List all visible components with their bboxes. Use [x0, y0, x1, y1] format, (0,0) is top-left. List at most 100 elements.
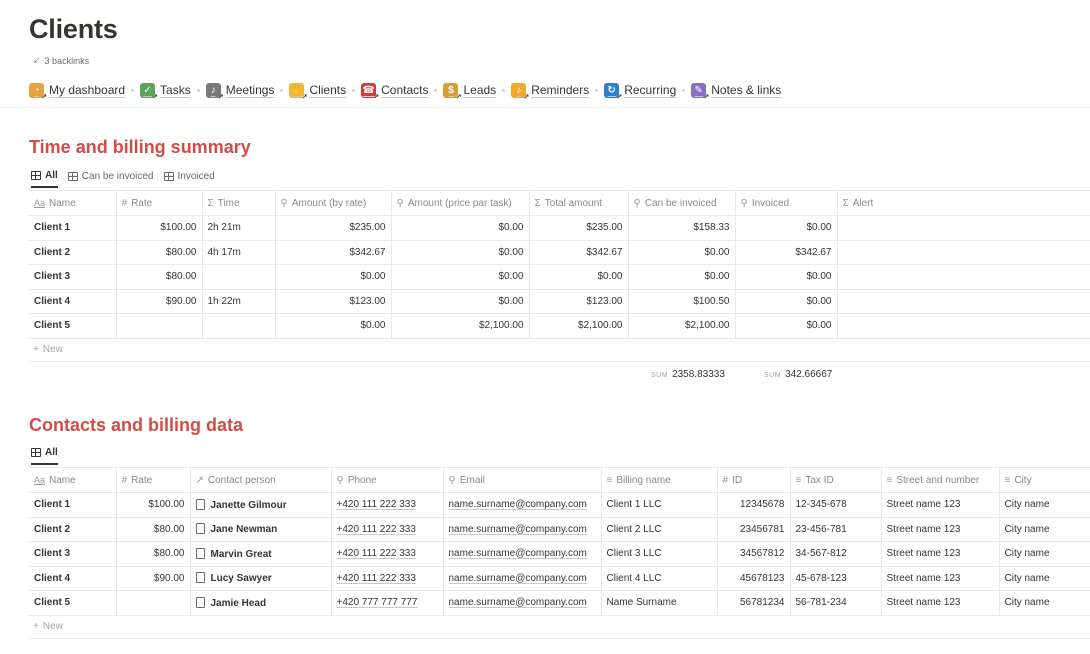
contacts-table-cell[interactable]: Client 5	[29, 590, 117, 616]
billing-table-cell[interactable]	[837, 240, 1090, 265]
contact-person-link[interactable]: Janette Gilmour	[211, 500, 287, 511]
billing-new-row-button[interactable]: + New	[33, 344, 63, 355]
contact-person-link[interactable]: Lucy Sawyer	[211, 573, 272, 584]
contacts-column-header[interactable]: ≡ Tax ID	[790, 467, 882, 493]
contacts-table-cell[interactable]: 23456781	[717, 517, 791, 542]
backlinks-link[interactable]: ↙ 3 backlinks	[33, 55, 89, 66]
contacts-column-header[interactable]: ↗ Contact person	[190, 467, 332, 493]
billing-column-header[interactable]: ⚲ Amount (price par task)	[391, 190, 530, 216]
nav-link-6[interactable]: ♪Reminders	[511, 82, 589, 101]
contacts-column-header[interactable]: ≡ City	[999, 467, 1090, 493]
nav-link-1[interactable]: ✓Tasks	[140, 82, 191, 101]
billing-table-cell[interactable]	[837, 289, 1090, 314]
contacts-table-cell[interactable]: Client 2	[29, 517, 117, 542]
contacts-table-row[interactable]: Client 2 $80.00 Jane Newman +420 111 222 33…	[29, 517, 1090, 542]
billing-table-cell[interactable]	[202, 264, 276, 290]
billing-table-cell[interactable]: $0.00	[628, 240, 736, 265]
contacts-table-cell[interactable]: Client 3	[29, 541, 117, 567]
billing-view-tab-2[interactable]: Invoiced	[163, 171, 215, 187]
contacts-table-cell[interactable]: City name	[999, 492, 1090, 518]
contacts-table-cell[interactable]: Client 3 LLC	[601, 541, 718, 567]
billing-table-row[interactable]: Client 3 $80.00 $0.00 $0.00 $0.00 $0.00 $0.00	[29, 264, 1090, 290]
contacts-table-cell[interactable]: name.surname@company.com	[443, 590, 602, 616]
contacts-table-cell[interactable]: Street name 123	[881, 541, 1000, 567]
nav-link-4[interactable]: ☎Contacts	[361, 82, 428, 101]
billing-table-cell[interactable]	[837, 215, 1090, 241]
contacts-column-header[interactable]: # ID	[717, 467, 791, 493]
contacts-table-cell[interactable]: +420 111 222 333	[331, 541, 444, 567]
billing-table-cell[interactable]: $0.00	[275, 313, 392, 339]
billing-table-cell[interactable]	[116, 313, 203, 339]
billing-table-cell[interactable]: $342.67	[735, 240, 838, 265]
billing-table-cell[interactable]: $342.67	[529, 240, 629, 265]
billing-table-cell[interactable]	[202, 313, 276, 339]
contacts-table-cell[interactable]: 12345678	[717, 492, 791, 518]
billing-table-cell[interactable]: $235.00	[275, 215, 392, 241]
billing-table-cell[interactable]: $80.00	[116, 264, 203, 290]
billing-table-cell[interactable]: $100.50	[628, 289, 736, 314]
contacts-table-cell[interactable]: 34567812	[717, 541, 791, 567]
billing-table-cell[interactable]: $2,100.00	[628, 313, 736, 339]
billing-column-header[interactable]: # Rate	[116, 190, 203, 216]
billing-table-cell[interactable]: $80.00	[116, 240, 203, 265]
contacts-table-cell[interactable]: Client 2 LLC	[601, 517, 718, 542]
contacts-table-cell[interactable]: Client 1	[29, 492, 117, 518]
contacts-table-cell[interactable]: +420 111 222 333	[331, 566, 444, 591]
sum-can-be-invoiced[interactable]: SUM 2358.83333	[651, 369, 725, 380]
contacts-table-cell[interactable]: name.surname@company.com	[443, 541, 602, 567]
billing-table-cell[interactable]: Client 5	[29, 313, 117, 339]
billing-table-cell[interactable]: $0.00	[735, 264, 838, 290]
billing-table-cell[interactable]: $123.00	[275, 289, 392, 314]
contacts-view-tab-0[interactable]: All	[31, 447, 58, 465]
billing-table-cell[interactable]: $235.00	[529, 215, 629, 241]
contacts-table-cell[interactable]	[116, 590, 191, 616]
contacts-table-cell[interactable]: Lucy Sawyer	[190, 566, 332, 591]
contacts-table-cell[interactable]: $80.00	[116, 541, 191, 567]
contacts-column-header[interactable]: ≡ Billing name	[601, 467, 718, 493]
contacts-table-cell[interactable]: Janette Gilmour	[190, 492, 332, 518]
contacts-table-cell[interactable]: 45678123	[717, 566, 791, 591]
contacts-table-row[interactable]: Client 4 $90.00 Lucy Sawyer +420 111 222 33…	[29, 566, 1090, 591]
billing-table-cell[interactable]: $0.00	[391, 215, 530, 241]
contacts-table-cell[interactable]: name.surname@company.com	[443, 492, 602, 518]
billing-table-cell[interactable]: $342.67	[275, 240, 392, 265]
contacts-column-header[interactable]: ⚲ Phone	[331, 467, 444, 493]
contacts-table-cell[interactable]: $100.00	[116, 492, 191, 518]
contacts-table-row[interactable]: Client 5 Jamie Head +420 777 777 777 name.s…	[29, 590, 1090, 616]
contacts-table-cell[interactable]: $90.00	[116, 566, 191, 591]
contacts-table-cell[interactable]: +420 777 777 777	[331, 590, 444, 616]
contacts-column-header[interactable]: Aa Name	[29, 467, 117, 493]
billing-table-row[interactable]: Client 2 $80.00 4h 17m $342.67 $0.00 $342.67 $…	[29, 240, 1090, 265]
billing-column-header[interactable]: Σ Alert	[837, 190, 1090, 216]
billing-table-cell[interactable]: Client 2	[29, 240, 117, 265]
billing-table-cell[interactable]: $100.00	[116, 215, 203, 241]
contacts-table-cell[interactable]: Street name 123	[881, 517, 1000, 542]
contacts-table-cell[interactable]: Street name 123	[881, 566, 1000, 591]
contacts-table-cell[interactable]: City name	[999, 590, 1090, 616]
billing-column-header[interactable]: ⚲ Amount (by rate)	[275, 190, 392, 216]
billing-table-cell[interactable]: Client 4	[29, 289, 117, 314]
billing-column-header[interactable]: ⚲ Can be invoiced	[628, 190, 736, 216]
contacts-table-cell[interactable]: Client 4 LLC	[601, 566, 718, 591]
contacts-table-cell[interactable]: Jane Newman	[190, 517, 332, 542]
nav-link-3[interactable]: ✋Clients	[289, 82, 346, 101]
contacts-table-cell[interactable]: Client 1 LLC	[601, 492, 718, 518]
contacts-table-cell[interactable]: City name	[999, 517, 1090, 542]
billing-table-cell[interactable]: Client 3	[29, 264, 117, 290]
billing-table-cell[interactable]	[837, 264, 1090, 290]
billing-table-cell[interactable]: $2,100.00	[391, 313, 530, 339]
billing-column-header[interactable]: ⚲ Invoiced	[735, 190, 838, 216]
billing-view-tab-1[interactable]: Can be invoiced	[67, 171, 154, 187]
billing-table-cell[interactable]: $0.00	[391, 264, 530, 290]
billing-column-header[interactable]: Σ Total amount	[529, 190, 629, 216]
contacts-table-cell[interactable]: +420 111 222 333	[331, 517, 444, 542]
contacts-table-cell[interactable]: Street name 123	[881, 492, 1000, 518]
billing-table-cell[interactable]: $0.00	[735, 215, 838, 241]
billing-table-cell[interactable]: Client 1	[29, 215, 117, 241]
billing-table-cell[interactable]: $0.00	[391, 289, 530, 314]
contacts-table-cell[interactable]: Client 4	[29, 566, 117, 591]
contact-person-link[interactable]: Jane Newman	[211, 524, 278, 535]
billing-table-cell[interactable]	[837, 313, 1090, 339]
contacts-table-cell[interactable]: 56781234	[717, 590, 791, 616]
billing-table-cell[interactable]: $123.00	[529, 289, 629, 314]
